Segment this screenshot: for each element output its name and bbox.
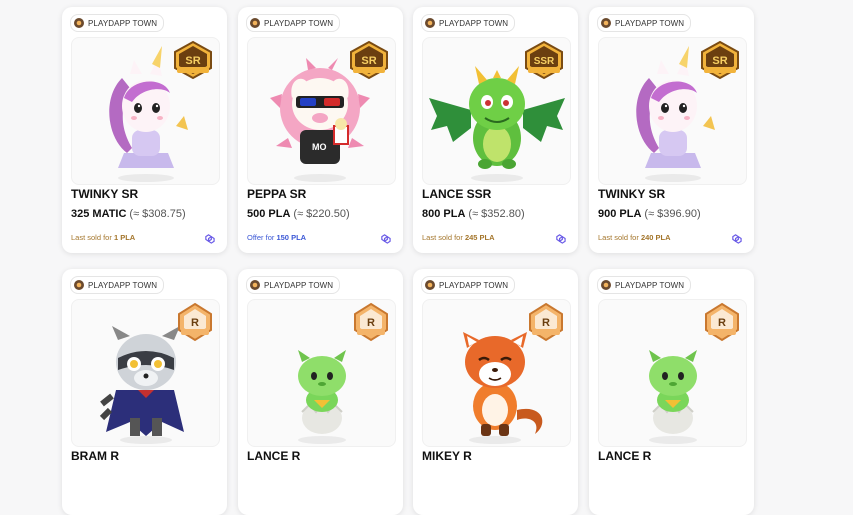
collection-tag[interactable]: PLAYDAPP TOWN	[246, 276, 341, 294]
nft-card[interactable]: PLAYDAPP TOWN MO SR PEPPA SR 500 PLA (≈ …	[238, 7, 403, 253]
rarity-sr-badge-icon: SR	[701, 40, 739, 80]
nft-image[interactable]: SSR	[422, 37, 571, 185]
nft-card[interactable]: PLAYDAPP TOWN R LANCE R	[589, 269, 754, 515]
nft-name: LANCE R	[598, 449, 652, 463]
status-label: Offer for	[247, 233, 275, 242]
collection-name: PLAYDAPP TOWN	[88, 18, 158, 28]
nft-name: TWINKY SR	[598, 187, 666, 201]
nft-card[interactable]: PLAYDAPP TOWN SR TWINKY SR 325 MATIC (≈ $…	[62, 7, 227, 253]
rarity-sr-badge-icon: SR	[174, 40, 212, 80]
playdapp-logo-icon	[601, 18, 611, 28]
svg-text:R: R	[191, 317, 199, 329]
collection-name: PLAYDAPP TOWN	[615, 280, 685, 290]
collection-name: PLAYDAPP TOWN	[439, 18, 509, 28]
rarity-r-badge-icon: R	[705, 302, 739, 342]
polygon-icon	[556, 234, 566, 244]
playdapp-logo-icon	[250, 280, 260, 290]
svg-text:SSR: SSR	[534, 56, 555, 67]
playdapp-logo-icon	[250, 18, 260, 28]
collection-tag[interactable]: PLAYDAPP TOWN	[246, 14, 341, 32]
rarity-r-badge-icon: R	[354, 302, 388, 342]
status-label: Last sold for	[422, 233, 463, 242]
status-value: 245 PLA	[464, 233, 495, 242]
nft-name: PEPPA SR	[247, 187, 307, 201]
status-value: 150 PLA	[276, 233, 307, 242]
price-crypto: 800 PLA	[422, 208, 466, 220]
playdapp-logo-icon	[74, 18, 84, 28]
nft-card[interactable]: PLAYDAPP TOWN R BRAM R	[62, 269, 227, 515]
last-sold-status: Last sold for 245 PLA	[422, 233, 495, 242]
collection-name: PLAYDAPP TOWN	[264, 18, 334, 28]
nft-price: 500 PLA (≈ $220.50)	[247, 208, 350, 220]
svg-text:MO: MO	[312, 142, 327, 152]
svg-text:R: R	[367, 317, 375, 329]
rarity-sr-badge-icon: SR	[350, 40, 388, 80]
price-crypto: 900 PLA	[598, 208, 642, 220]
nft-image[interactable]: SR	[598, 37, 747, 185]
status-label: Last sold for	[598, 233, 639, 242]
rarity-r-badge-icon: R	[529, 302, 563, 342]
nft-name: TWINKY SR	[71, 187, 139, 201]
nft-name: MIKEY R	[422, 449, 472, 463]
svg-text:SR: SR	[712, 55, 727, 67]
nft-name: LANCE SSR	[422, 187, 492, 201]
price-fiat: (≈ $308.75)	[129, 208, 186, 220]
nft-name: BRAM R	[71, 449, 119, 463]
last-sold-status: Last sold for 240 PLA	[598, 233, 671, 242]
playdapp-logo-icon	[601, 280, 611, 290]
svg-text:SR: SR	[185, 55, 200, 67]
price-crypto: 500 PLA	[247, 208, 291, 220]
price-crypto: 325 MATIC	[71, 208, 127, 220]
collection-tag[interactable]: PLAYDAPP TOWN	[597, 276, 692, 294]
collection-tag[interactable]: PLAYDAPP TOWN	[597, 14, 692, 32]
nft-price: 325 MATIC (≈ $308.75)	[71, 208, 186, 220]
collection-name: PLAYDAPP TOWN	[615, 18, 685, 28]
svg-text:SR: SR	[361, 55, 376, 67]
polygon-icon	[381, 234, 391, 244]
nft-image[interactable]: R	[422, 299, 571, 447]
nft-price: 900 PLA (≈ $396.90)	[598, 208, 701, 220]
polygon-icon	[205, 234, 215, 244]
nft-card[interactable]: PLAYDAPP TOWN SSR LANCE SSR 800 PLA (≈ $3…	[413, 7, 578, 253]
nft-card[interactable]: PLAYDAPP TOWN SR TWINKY SR 900 PLA (≈ $39…	[589, 7, 754, 253]
price-fiat: (≈ $396.90)	[644, 208, 701, 220]
nft-image[interactable]: MO SR	[247, 37, 396, 185]
rarity-ssr-badge-icon: SSR	[525, 40, 563, 80]
nft-price: 800 PLA (≈ $352.80)	[422, 208, 525, 220]
playdapp-logo-icon	[74, 280, 84, 290]
collection-tag[interactable]: PLAYDAPP TOWN	[421, 276, 516, 294]
playdapp-logo-icon	[425, 18, 435, 28]
status-value: 1 PLA	[113, 233, 136, 242]
svg-text:R: R	[718, 317, 726, 329]
collection-tag[interactable]: PLAYDAPP TOWN	[421, 14, 516, 32]
collection-name: PLAYDAPP TOWN	[264, 280, 334, 290]
price-fiat: (≈ $220.50)	[293, 208, 350, 220]
playdapp-logo-icon	[425, 280, 435, 290]
collection-tag[interactable]: PLAYDAPP TOWN	[70, 14, 165, 32]
collection-name: PLAYDAPP TOWN	[88, 280, 158, 290]
collection-tag[interactable]: PLAYDAPP TOWN	[70, 276, 165, 294]
nft-image[interactable]: SR	[71, 37, 220, 185]
polygon-icon	[732, 234, 742, 244]
nft-name: LANCE R	[247, 449, 301, 463]
nft-image[interactable]: R	[247, 299, 396, 447]
nft-image[interactable]: R	[71, 299, 220, 447]
collection-name: PLAYDAPP TOWN	[439, 280, 509, 290]
nft-card[interactable]: PLAYDAPP TOWN R MIKEY R	[413, 269, 578, 515]
nft-image[interactable]: R	[598, 299, 747, 447]
nft-card[interactable]: PLAYDAPP TOWN R LANCE R	[238, 269, 403, 515]
last-sold-status: Last sold for 1 PLA	[71, 233, 135, 242]
status-value: 240 PLA	[640, 233, 671, 242]
offer-status: Offer for 150 PLA	[247, 233, 306, 242]
price-fiat: (≈ $352.80)	[468, 208, 525, 220]
status-label: Last sold for	[71, 233, 112, 242]
svg-text:R: R	[542, 317, 550, 329]
rarity-r-badge-icon: R	[178, 302, 212, 342]
